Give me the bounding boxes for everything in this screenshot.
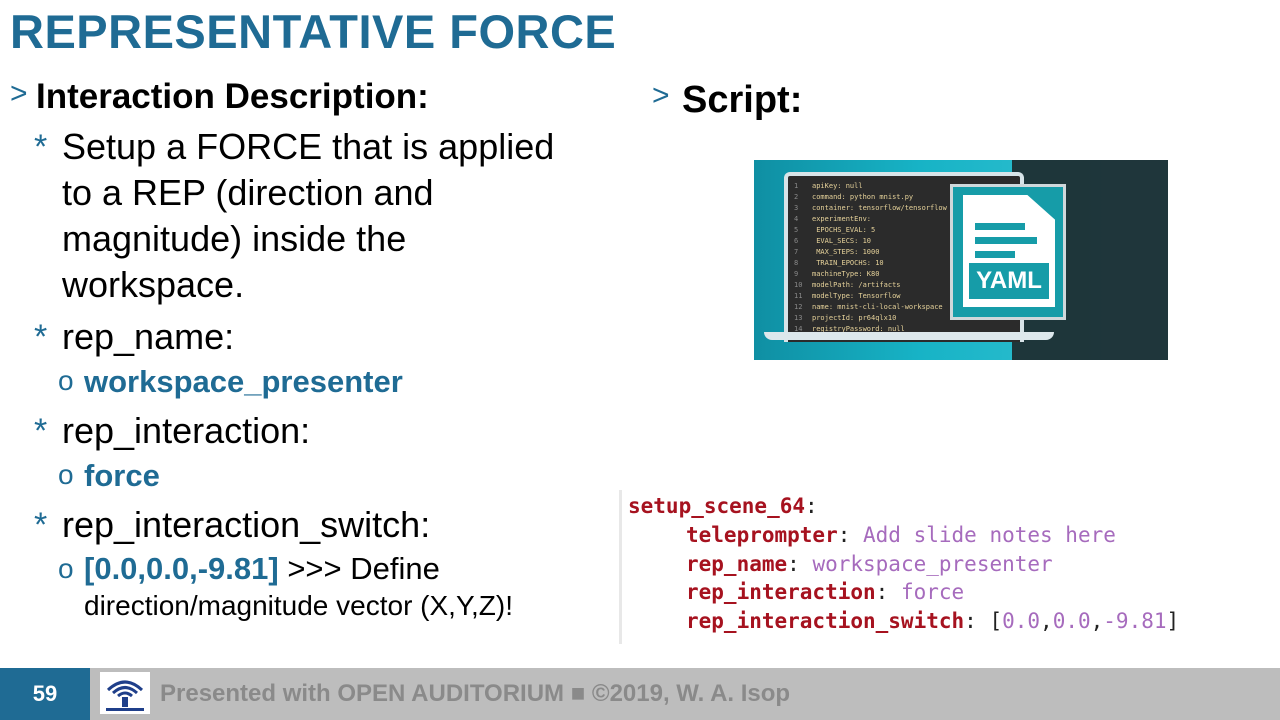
yaml-illustration: 1 apiKey: null 2 command: python mnist.py … [754, 160, 1168, 360]
bullet-rep-interaction-switch: * rep_interaction_switch: [34, 502, 610, 548]
script-line: rep_interaction: force [686, 580, 965, 604]
code-line: 8 TRAIN_EPOCHS: 10 [794, 259, 884, 267]
sub-bullet-value: force [84, 458, 160, 493]
sub-bullet-line: direction/magnitude vector (X,Y,Z)! [84, 590, 514, 621]
bullet-line: magnitude) inside the [62, 218, 407, 259]
document-line [975, 237, 1037, 244]
script-line: rep_interaction_switch: [0.0,0.0,-9.81] [686, 609, 1180, 633]
star-bullet: * [34, 506, 48, 544]
sub-bullet-rep-interaction-value: o force [58, 456, 610, 496]
arrow-bullet: > [10, 77, 28, 110]
yaml-script-block: setup_scene_64: teleprompter: Add slide … [619, 490, 1254, 644]
right-column: > Script: [652, 78, 802, 122]
bullet-line: workspace. [62, 264, 245, 305]
vector-value: [0.0,0.0,-9.81] [84, 551, 279, 586]
heading-text: Interaction Description: [36, 77, 429, 116]
circle-bullet: o [58, 459, 74, 490]
sub-bullet-text: [0.0,0.0,-9.81] >>> Define direction/mag… [84, 550, 513, 624]
code-line: 10 modelPath: /artifacts [794, 281, 901, 289]
heading-text: Script: [682, 79, 803, 121]
sub-bullet-rep-name-value: o workspace_presenter [58, 362, 610, 402]
left-column: > Interaction Description: * Setup a FOR… [10, 76, 610, 624]
bullet-setup-force: * Setup a FORCE that is applied to a REP… [34, 124, 610, 308]
code-line: 1 apiKey: null [794, 182, 863, 190]
code-line: 11 modelType: Tensorflow [794, 292, 901, 300]
script-line: setup_scene_64: [628, 494, 818, 518]
script-heading: > Script: [652, 78, 802, 122]
script-line: teleprompter: Add slide notes here [686, 523, 1116, 547]
page-number: 59 [0, 668, 90, 720]
footer-credit: Presented with OPEN AUDITORIUM ■ ©2019, … [160, 680, 791, 707]
document-line [975, 223, 1025, 230]
define-text: >>> Define [278, 551, 440, 586]
arrow-bullet: > [652, 79, 670, 112]
circle-bullet: o [58, 365, 74, 396]
code-line: 9 machineType: K80 [794, 270, 880, 278]
document-line [975, 251, 1015, 258]
code-line: 6 EVAL_SECS: 10 [794, 237, 872, 245]
star-bullet: * [34, 412, 48, 450]
open-auditorium-logo-icon [100, 672, 150, 714]
bullet-rep-interaction: * rep_interaction: [34, 408, 610, 454]
code-line: 5 EPOCHS_EVAL: 5 [794, 226, 876, 234]
yaml-label: YAML [969, 263, 1049, 299]
sub-bullet-switch-value: o [0.0,0.0,-9.81] >>> Define direction/m… [58, 550, 610, 624]
star-bullet: * [34, 128, 48, 166]
yaml-file-icon: YAML [950, 184, 1066, 320]
star-bullet: * [34, 318, 48, 356]
code-line: 4 experimentEnv: [794, 215, 872, 223]
interaction-description-heading: > Interaction Description: [10, 76, 610, 118]
bullet-rep-name: * rep_name: [34, 314, 610, 360]
sub-bullet-value: workspace_presenter [84, 364, 403, 399]
footer-bar: 59 Presented with OPEN AUDITORIUM ■ ©201… [0, 668, 1280, 720]
sub-bullet-line: [0.0,0.0,-9.81] >>> Define [84, 550, 513, 588]
document-page: YAML [963, 195, 1055, 307]
code-line: 13 projectId: pr64qlx10 [794, 314, 897, 322]
bullet-line: to a REP (direction and [62, 172, 434, 213]
code-line: 3 container: tensorflow/tensorflow [794, 204, 947, 212]
bullet-line: Setup a FORCE that is applied [62, 126, 555, 167]
script-line: rep_name: workspace_presenter [686, 552, 1053, 576]
bullet-text: rep_interaction_switch: [62, 504, 431, 545]
bullet-text: Setup a FORCE that is applied to a REP (… [62, 124, 554, 308]
laptop-base [764, 332, 1054, 340]
bullet-text: rep_interaction: [62, 410, 311, 451]
slide-title: REPRESENTATIVE FORCE [10, 5, 617, 58]
code-line: 12 name: mnist-cli-local-workspace [794, 303, 943, 311]
bullet-text: rep_name: [62, 316, 235, 357]
code-line: 7 MAX_STEPS: 1000 [794, 248, 880, 256]
circle-bullet: o [58, 553, 74, 584]
code-line: 2 command: python mnist.py [794, 193, 914, 201]
